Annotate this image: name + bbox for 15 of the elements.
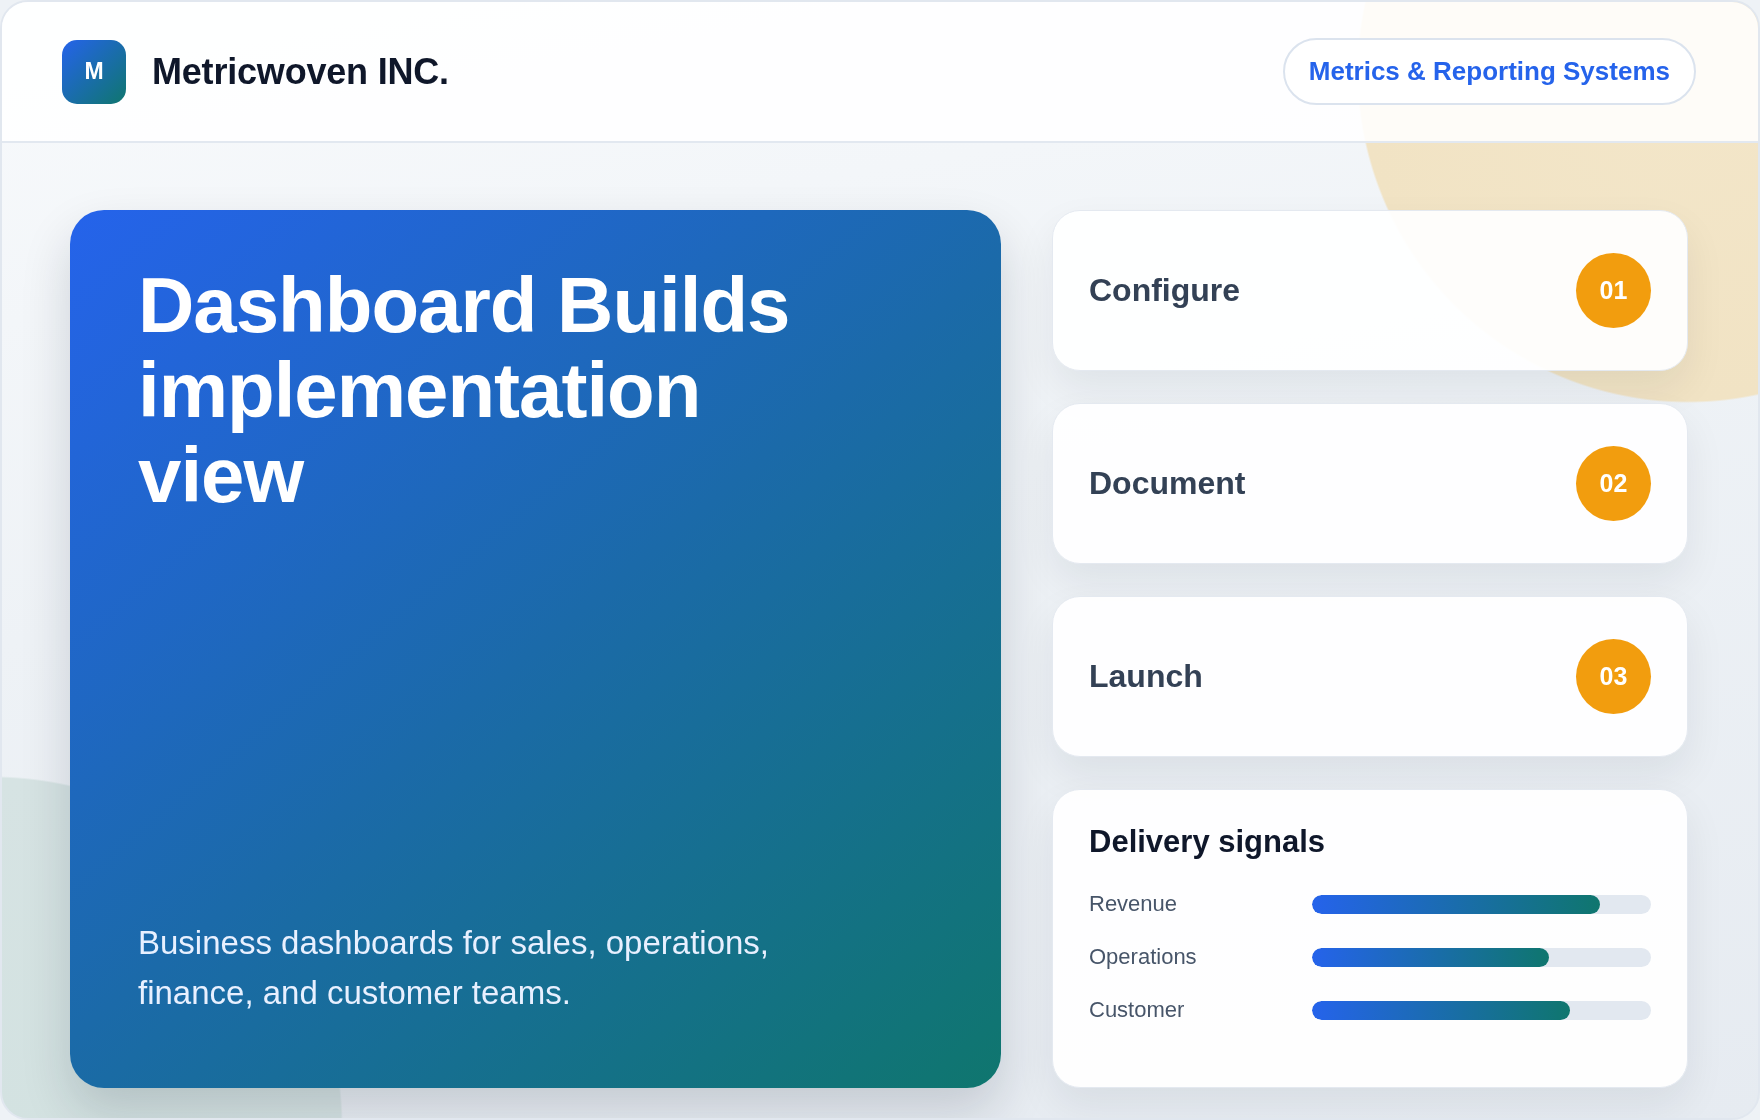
signals-title: Delivery signals (1089, 823, 1327, 861)
step-label: Launch (1089, 658, 1203, 695)
step-number: 02 (1576, 446, 1651, 521)
signal-label: Customer (1089, 996, 1186, 1024)
company-name: Metricwoven INC. (152, 50, 449, 93)
step-label: Configure (1089, 272, 1241, 309)
hero-subtitle: Business dashboards for sales, operations, finance, and customer teams. (138, 923, 771, 1013)
signal-label: Operations (1089, 943, 1198, 971)
step-label: Document (1089, 465, 1246, 502)
logo-mark: M (62, 39, 126, 104)
category-tag: Metrics & Reporting Systems (1282, 38, 1696, 105)
signal-label: Revenue (1089, 890, 1179, 918)
hero-title: Dashboard Builds implementation view (138, 263, 791, 518)
step-number: 03 (1576, 639, 1651, 714)
step-number: 01 (1576, 253, 1651, 328)
